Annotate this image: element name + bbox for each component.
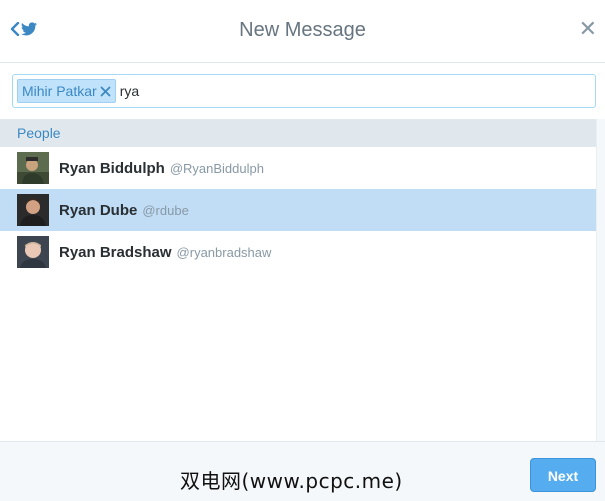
- dialog-header: New Message ✕: [0, 0, 605, 63]
- recipient-token[interactable]: Mihir Patkar: [17, 79, 116, 103]
- recipient-field[interactable]: Mihir Patkar: [12, 74, 596, 108]
- section-header-people: People: [0, 119, 596, 147]
- remove-recipient-icon[interactable]: [100, 86, 111, 97]
- recipient-search-input[interactable]: [119, 80, 420, 102]
- result-name: Ryan Biddulph: [59, 159, 165, 177]
- avatar: [17, 194, 49, 226]
- results-list: Ryan Biddulph @RyanBiddulph Ryan Dube @r…: [0, 147, 596, 273]
- list-item-selected[interactable]: Ryan Dube @rdube: [0, 189, 596, 231]
- dialog-footer: 双电网(www.pcpc.me) Next: [0, 441, 605, 501]
- list-item[interactable]: Ryan Bradshaw @ryanbradshaw: [0, 231, 596, 273]
- result-name: Ryan Bradshaw: [59, 243, 172, 261]
- close-icon[interactable]: ✕: [579, 18, 597, 40]
- result-handle: @rdube: [142, 202, 189, 218]
- result-handle: @RyanBiddulph: [169, 160, 264, 176]
- dialog-title: New Message: [239, 19, 366, 41]
- next-button[interactable]: Next: [530, 458, 596, 492]
- avatar: [17, 236, 49, 268]
- results-scrollbar[interactable]: [596, 119, 605, 441]
- result-handle: @ryanbradshaw: [176, 244, 272, 260]
- result-name: Ryan Dube: [59, 201, 138, 219]
- avatar: [17, 152, 49, 184]
- recipient-token-label: Mihir Patkar: [22, 83, 97, 99]
- list-item[interactable]: Ryan Biddulph @RyanBiddulph: [0, 147, 596, 189]
- watermark-text: 双电网(www.pcpc.me): [180, 469, 403, 493]
